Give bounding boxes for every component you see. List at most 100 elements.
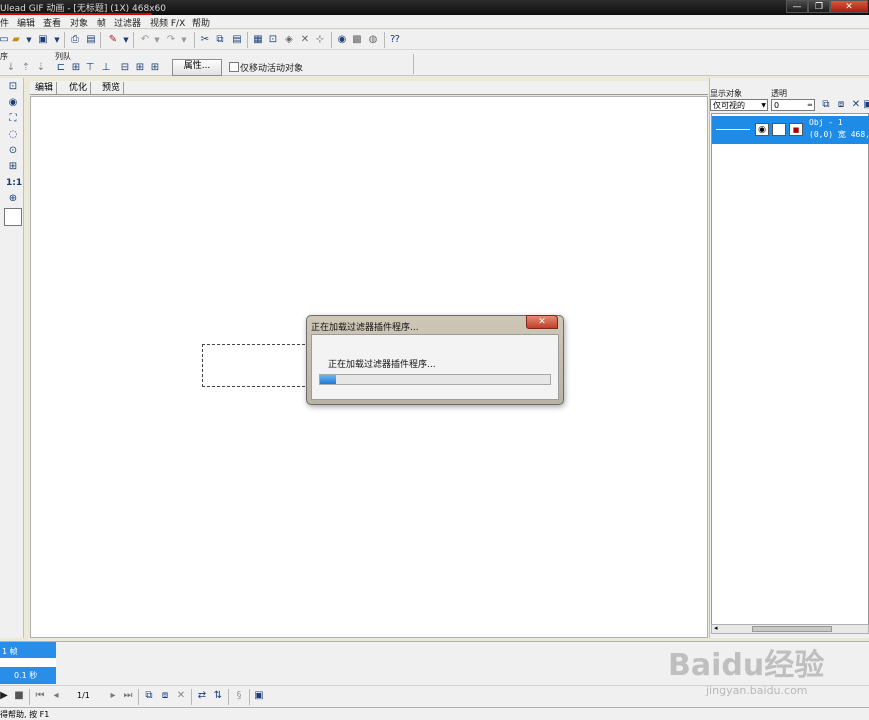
opacity-input[interactable]: 0 ═	[771, 99, 815, 111]
save-icon[interactable]: ▣	[36, 33, 50, 47]
frame-preview-strip	[0, 658, 56, 667]
copy-icon[interactable]: ⧉	[213, 33, 227, 47]
last-frame-icon[interactable]: ⏭	[121, 689, 135, 703]
eye-icon[interactable]: ◉	[755, 123, 769, 136]
dropdown-arrow-icon[interactable]: ▼	[119, 33, 133, 47]
maximize-button[interactable]: ❐	[808, 0, 830, 13]
next-frame-icon[interactable]: ▸	[106, 689, 120, 703]
menu-view[interactable]: 查看	[43, 16, 61, 29]
close-button[interactable]: ✕	[830, 0, 868, 13]
dropdown-arrow-icon[interactable]: ▼	[177, 33, 191, 47]
duplicate-object-icon[interactable]: ⧈	[834, 98, 848, 112]
show-objects-value: 仅可视的	[713, 101, 745, 110]
bring-to-top-icon[interactable]: ⇡	[19, 61, 33, 75]
object-row[interactable]: ◉ ■ Obj - 1 (0,0) 宽 468,高	[712, 116, 869, 144]
crop-icon[interactable]: ⊹	[313, 33, 327, 47]
actual-size-icon[interactable]: 1:1	[6, 176, 22, 190]
new-object-icon[interactable]: ⧉	[819, 98, 833, 112]
pick-tool-icon[interactable]: ⊡	[6, 80, 20, 94]
opacity-value: 0	[774, 101, 780, 110]
delete-object-icon[interactable]: ✕	[298, 33, 312, 47]
toolbar-separator	[29, 689, 30, 705]
zoom-tool-icon[interactable]: ⊕	[6, 192, 20, 206]
add-frame-icon[interactable]: ⧉	[142, 689, 156, 703]
status-text: 得帮助, 按 F1	[0, 710, 50, 719]
paste-icon[interactable]: ▤	[230, 33, 244, 47]
properties-button[interactable]: 属性...	[172, 59, 222, 76]
play-icon[interactable]: ▶	[0, 689, 11, 703]
lock-toggle[interactable]	[772, 123, 786, 136]
show-objects-select[interactable]: 仅可视的 ▼	[710, 99, 768, 111]
align-grid-icon[interactable]: ⊞	[148, 61, 162, 75]
frame-panel-options-icon[interactable]: ▣	[252, 689, 266, 703]
menu-video-fx[interactable]: 视频 F/X	[150, 16, 185, 29]
object-list	[711, 113, 869, 625]
send-to-bottom-icon[interactable]: ⇣	[34, 61, 48, 75]
menu-edit[interactable]: 编辑	[17, 16, 35, 29]
frame-counter: 1/1	[77, 691, 90, 700]
image-frame[interactable]	[202, 344, 310, 387]
menu-object[interactable]: 对象	[70, 16, 88, 29]
delete-frame-icon[interactable]: ✕	[174, 689, 188, 703]
align-hcenter-icon[interactable]: ⊟	[118, 61, 132, 75]
tab-optimize[interactable]: 优化	[66, 82, 92, 95]
progress-bar-fill	[320, 375, 336, 384]
browser-icon[interactable]: ◉	[335, 33, 349, 47]
object-link-icon[interactable]: ⊡	[266, 33, 280, 47]
toolbar-separator	[64, 32, 65, 48]
help-pointer-icon[interactable]: ⁇	[388, 33, 402, 47]
toolbar-separator	[100, 32, 101, 48]
move-active-only-checkbox[interactable]	[229, 62, 239, 72]
menu-frame[interactable]: 帧	[97, 16, 106, 29]
align-center-icon[interactable]: ⊞	[69, 61, 83, 75]
stop-icon[interactable]: ■	[12, 689, 26, 703]
menu-filter[interactable]: 过滤器	[114, 16, 141, 29]
dropdown-arrow-icon[interactable]: ▼	[150, 33, 164, 47]
color-swatch[interactable]	[4, 208, 22, 226]
align-bottom-icon[interactable]: ⊥	[99, 61, 113, 75]
tween-icon[interactable]: ⇄	[195, 689, 209, 703]
open-folder-icon[interactable]: ▰	[9, 33, 23, 47]
cut-icon[interactable]: ✂	[198, 33, 212, 47]
dropdown-arrow-icon[interactable]: ▼	[22, 33, 36, 47]
scroll-thumb[interactable]	[752, 626, 832, 632]
object-properties-icon[interactable]: ▣	[861, 98, 869, 112]
object-tag-icon[interactable]: ◈	[282, 33, 296, 47]
duplicate-frame-icon[interactable]: ⧈	[158, 689, 172, 703]
view-tabs: 编辑 优化 预览	[30, 81, 708, 95]
wizard-icon[interactable]: ✎	[106, 33, 120, 47]
minimize-button[interactable]: —	[786, 0, 808, 13]
preview-icon[interactable]: ▩	[350, 33, 364, 47]
frame-properties-icon[interactable]: §	[232, 689, 246, 703]
align-top-icon[interactable]: ⊤	[83, 61, 97, 75]
export-icon[interactable]: ⎙	[68, 33, 82, 47]
reverse-frames-icon[interactable]: ⇅	[211, 689, 225, 703]
marquee-tool-icon[interactable]: ◉	[6, 96, 20, 110]
lasso-tool-icon[interactable]: ⛶	[6, 112, 20, 126]
crop-tool-icon[interactable]: ⊞	[6, 160, 20, 174]
dropdown-arrow-icon[interactable]: ▼	[50, 33, 64, 47]
web-icon[interactable]: ◍	[366, 33, 380, 47]
align-left-icon[interactable]: ⊏	[54, 61, 68, 75]
object-grid-icon[interactable]: ▦	[251, 33, 265, 47]
toolbar-separator	[133, 32, 134, 48]
object-details: (0,0) 宽 468,高	[809, 130, 869, 139]
align-vcenter-icon[interactable]: ⊞	[133, 61, 147, 75]
tab-edit[interactable]: 编辑	[32, 82, 58, 95]
object-list-scrollbar[interactable]: ◂	[711, 624, 869, 634]
menu-file[interactable]: 件	[0, 16, 9, 29]
order-down-icon[interactable]: ↓	[4, 61, 18, 75]
optimize-icon[interactable]: ▤	[84, 33, 98, 47]
dialog-close-button[interactable]: ✕	[526, 315, 558, 329]
tab-preview[interactable]: 预览	[99, 82, 125, 95]
toolbar-separator	[247, 32, 248, 48]
menu-help[interactable]: 帮助	[192, 16, 210, 29]
redo-icon[interactable]: ↷	[164, 33, 178, 47]
toolbar-separator	[249, 689, 250, 705]
first-frame-icon[interactable]: ⏮	[33, 689, 47, 703]
magic-wand-tool-icon[interactable]: ⊙	[6, 144, 20, 158]
watermark-logo: Baidu经验	[668, 648, 825, 683]
previous-frame-icon[interactable]: ◂	[49, 689, 63, 703]
scroll-left-icon[interactable]: ◂	[714, 624, 718, 632]
ellipse-tool-icon[interactable]: ◌	[6, 128, 20, 142]
